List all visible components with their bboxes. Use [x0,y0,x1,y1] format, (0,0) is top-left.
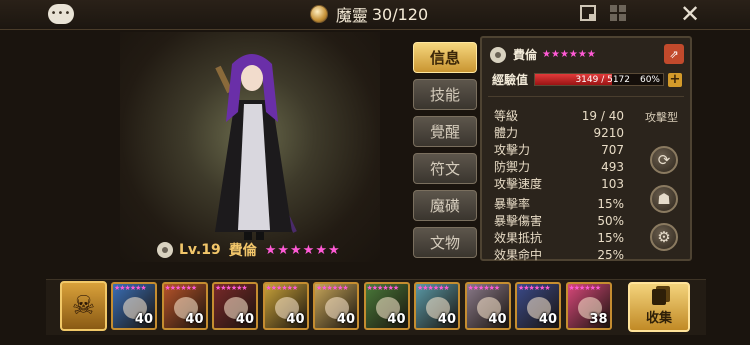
monster-level: 40 [437,312,456,327]
monster-stars: ★★★★★★ [518,284,551,292]
collection-label: 收集 [645,310,672,326]
monster-stars: ★★★★★★ [366,284,400,292]
monster-thumbnail[interactable]: ★★★★★★ 38 [565,282,612,330]
secondary-stats: 暴擊率 15% 暴擊傷害 50% 效果抵抗 15% 效果命中 25% [494,196,624,264]
collection-icon [652,288,666,305]
panel-stars: ★★★★★★ [542,49,596,60]
tab-artifacts[interactable]: 文物 [413,227,477,258]
character-level: Lv.19 [179,242,221,258]
mana-value: 30/120 [371,4,429,24]
character-name: 費倫 [228,243,257,259]
monster-skull-icon[interactable]: ☗ [650,185,678,213]
stat-row: 效果抵抗 15% [494,231,624,245]
character-portrait [120,32,380,262]
tab-info[interactable]: 信息 [413,42,477,73]
monster-stars: ★★★★★★ [417,284,450,292]
character-title: Lv.19 費倫 ★★★★★★ [157,240,341,260]
monster-level: 40 [235,312,254,327]
monster-stars: ★★★★★★ [316,284,349,292]
monster-thumbnail[interactable]: ★★★★★★ 40 [313,282,359,330]
tab-mana[interactable]: 魔磺 [413,190,477,221]
tab-runes[interactable]: 符文 [413,153,477,184]
stat-row: 等級 19 / 40 [494,109,624,123]
stat-row: 暴擊率 15% [494,197,624,211]
monster-stars: ★★★★★★ [164,284,198,292]
exp-row: 經驗值 3149 / 5172 60% + [492,71,682,88]
monster-thumbnail[interactable]: ★★★★★★ 40 [111,282,157,330]
monster-level: 40 [336,312,355,327]
stat-row: 防禦力 493 [494,160,624,174]
type-label: 攻擊型 [645,111,678,124]
monster-level: 40 [538,312,557,327]
stat-row: 攻擊速度 103 [494,177,624,191]
grid-view-icon[interactable] [610,5,626,21]
monster-level: 40 [387,312,406,327]
monster-thumbnail[interactable]: ★★★★★★ 40 [515,282,561,330]
rune-icon [157,242,173,258]
exp-label: 經驗值 [492,73,529,87]
mana-label: 魔靈 [335,6,368,25]
stat-row: 效果命中 25% [494,248,624,262]
monster-level: 40 [488,312,507,327]
share-icon[interactable]: ⇗ [664,44,684,64]
rune-swap-icon[interactable]: ⟳ [650,146,678,174]
stat-row: 暴擊傷害 50% [494,214,624,228]
gear-icon[interactable]: ⚙ [650,223,678,251]
monster-stars: ★★★★★★ [114,284,147,292]
base-stats: 等級 19 / 40 體力 9210 攻擊力 707 防禦力 493 攻擊速度 103 [494,108,624,193]
panel-monster-name: 費倫 [513,48,538,62]
panel-header: 費倫 ★★★★★★ [490,46,596,63]
leader-skill-icon[interactable]: ☠ [60,281,107,331]
monster-thumbnail[interactable]: ★★★★★★ 40 [212,282,258,330]
element-icon [490,46,506,63]
monster-thumbnail[interactable]: ★★★★★★ 40 [414,282,460,330]
monster-level: 40 [185,312,204,327]
close-icon[interactable]: ✕ [680,1,700,27]
mana-display: 魔靈 30/120 [284,2,454,26]
divider [488,96,684,97]
monster-level: 40 [286,312,305,327]
monster-thumbnail[interactable]: ★★★★★★ 40 [161,282,208,330]
monster-level: 38 [589,312,608,327]
monster-stars: ★★★★★★ [467,284,501,292]
character-stars: ★★★★★★ [264,242,341,258]
mana-crystal-icon [309,5,328,23]
chat-bubble-icon[interactable]: ••• [48,4,74,24]
collection-button[interactable]: 收集 [628,282,690,332]
tab-awaken[interactable]: 覺醒 [413,116,477,147]
monster-level: 40 [134,312,153,327]
add-exp-button[interactable]: + [668,72,682,87]
exp-percent: 60% [639,75,660,85]
monster-thumbnail[interactable]: ★★★★★★ 40 [363,282,410,330]
monster-thumbnail[interactable]: ★★★★★★ 40 [464,282,511,330]
character-figure [215,54,297,240]
exp-value: 3149 / 5172 [575,75,630,85]
exp-bar: 3149 / 5172 60% [534,73,664,86]
top-bar: ••• 魔靈 30/120 ✕ [0,0,750,30]
tab-skills[interactable]: 技能 [413,79,477,110]
info-panel: 費倫 ★★★★★★ ⇗ 經驗值 3149 / 5172 60% + 等級 19 /… [480,36,692,264]
single-view-icon[interactable] [580,5,596,21]
monster-stars: ★★★★★★ [215,284,248,292]
stat-row: 攻擊力 707 [494,143,624,157]
stat-row: 體力 9210 [494,126,624,140]
view-toggle [580,5,626,21]
monster-stars: ★★★★★★ [265,284,299,292]
side-tabs: 信息 技能 覺醒 符文 魔磺 文物 [413,42,477,258]
monster-thumbnail[interactable]: ★★★★★★ 40 [262,282,309,330]
monster-stars: ★★★★★★ [568,284,602,292]
